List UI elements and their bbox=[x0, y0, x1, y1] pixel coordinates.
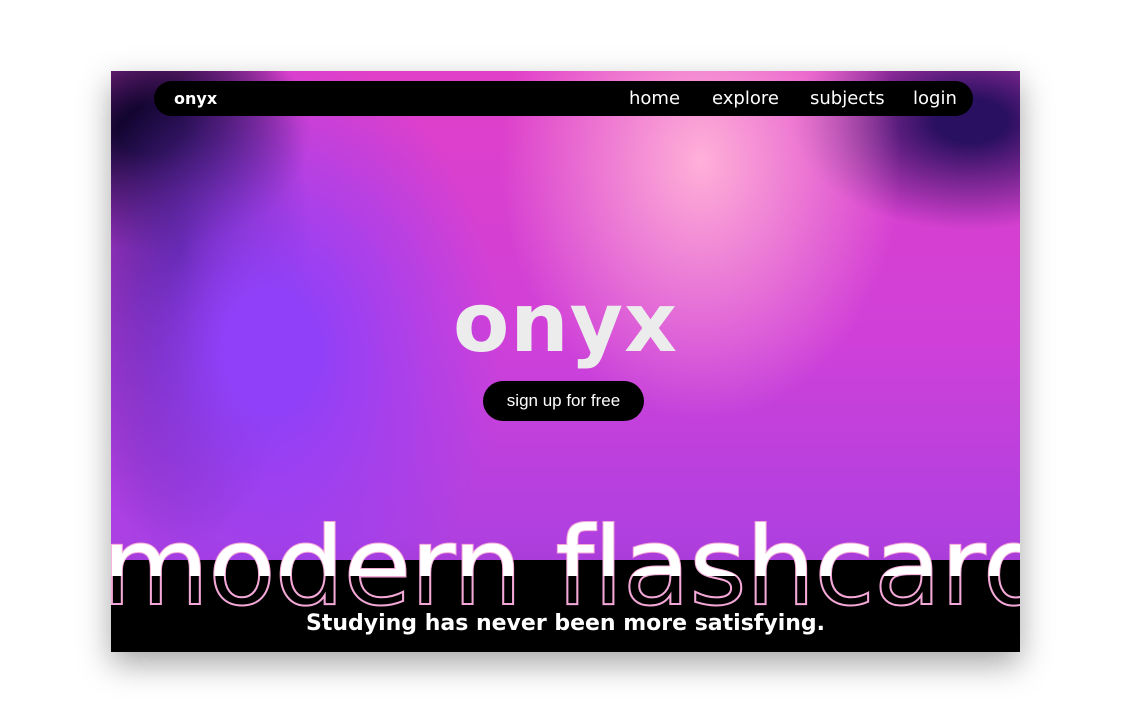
nav-subjects[interactable]: subjects bbox=[810, 88, 885, 109]
signup-button[interactable]: sign up for free bbox=[483, 381, 644, 421]
hero-title: onyx bbox=[452, 276, 679, 371]
navbar: onyx home explore subjects login bbox=[154, 81, 973, 116]
nav-login[interactable]: login bbox=[913, 88, 957, 109]
nav-logo[interactable]: onyx bbox=[174, 89, 217, 108]
landing-page: onyx home explore subjects login onyx si… bbox=[111, 71, 1020, 652]
tagline: Studying has never been more satisfying. bbox=[305, 611, 826, 636]
nav-home[interactable]: home bbox=[629, 88, 680, 109]
nav-explore[interactable]: explore bbox=[712, 88, 779, 109]
